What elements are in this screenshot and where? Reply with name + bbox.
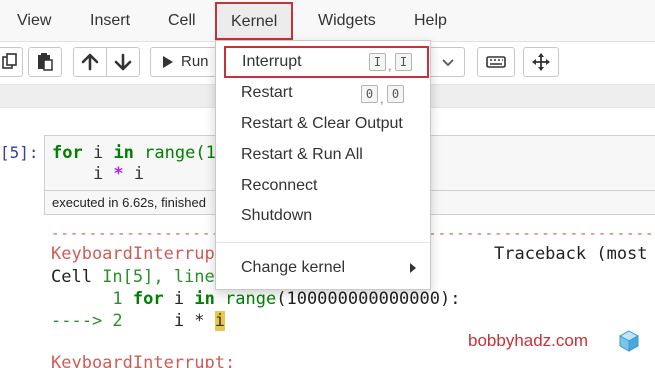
code-text: i * — [122, 311, 215, 331]
menu-item-reconnect[interactable]: Reconnect — [216, 171, 430, 201]
traceback-line-2: ----> 2 i * i — [51, 311, 226, 331]
submenu-arrow-icon — [410, 263, 416, 273]
menu-item-label: Interrupt — [242, 53, 302, 70]
arrow-down-icon — [114, 53, 132, 71]
menu-item-label: Restart — [241, 84, 293, 101]
traceback-line-1: 1 for i in range(100000000000000): — [51, 289, 460, 309]
shortcut-separator: , — [388, 58, 392, 73]
run-label: Run — [181, 53, 209, 70]
cell-prompt: [5]: — [0, 143, 39, 162]
arrow-up-icon — [81, 53, 99, 71]
code-line-1: for i in range(1 — [52, 143, 216, 163]
paste-button[interactable] — [28, 47, 62, 77]
code-builtin: range(1 — [133, 143, 216, 163]
traceback-label: Traceback (most — [494, 244, 648, 264]
move-arrows-icon — [532, 53, 550, 71]
move-down-button[interactable] — [106, 47, 140, 77]
code-keyword: for — [132, 289, 164, 309]
traceback-cell-ref: Cell In[5], line — [51, 267, 215, 287]
keyboard-shortcuts-button[interactable] — [477, 47, 515, 77]
shortcut-key: 0 — [387, 85, 404, 103]
command-palette-button[interactable] — [523, 47, 559, 77]
cell-ref-link: In[5], line — [102, 267, 215, 287]
code-text: i — [82, 143, 114, 163]
highlighted-token: i — [214, 311, 226, 331]
menu-item-shutdown[interactable]: Shutdown — [216, 201, 430, 231]
menu-item-change-kernel[interactable]: Change kernel — [216, 253, 430, 283]
copy-icon — [1, 53, 17, 69]
line-number: 1 — [51, 289, 133, 309]
move-up-button[interactable] — [73, 47, 107, 77]
menu-help[interactable]: Help — [414, 0, 447, 42]
code-text: i — [163, 289, 195, 309]
shortcut-key: I — [369, 53, 386, 71]
keyboard-icon — [486, 56, 506, 68]
menu-divider — [216, 242, 430, 243]
menu-view[interactable]: View — [17, 0, 51, 42]
code-line-2: i * i — [52, 164, 144, 184]
chevron-down-icon — [442, 59, 454, 67]
menubar: View Insert Cell Kernel Widgets Help — [0, 0, 655, 42]
code-keyword: in — [194, 289, 215, 309]
kernel-dropdown-menu: Interrupt I , I Restart 0 , 0 Restart & … — [215, 40, 431, 290]
menu-item-interrupt[interactable]: Interrupt I , I — [224, 46, 429, 78]
code-keyword: for — [52, 143, 83, 163]
code-text: i — [52, 164, 114, 184]
code-operator: * — [113, 164, 124, 184]
play-icon — [163, 56, 173, 68]
menu-kernel[interactable]: Kernel — [215, 2, 294, 40]
cell-type-select[interactable] — [428, 47, 465, 77]
code-text: i — [123, 164, 145, 184]
cube-icon — [618, 330, 640, 352]
menu-widgets[interactable]: Widgets — [318, 0, 376, 42]
code-text: (100000000000000): — [276, 289, 461, 309]
shortcut-key: I — [395, 53, 412, 71]
code-keyword: in — [113, 143, 134, 163]
paste-icon — [38, 53, 53, 71]
menu-item-restart[interactable]: Restart 0 , 0 — [216, 78, 430, 108]
watermark-text: bobbyhadz.com — [468, 331, 589, 350]
shortcut-key: 0 — [361, 85, 378, 103]
menu-item-restart-clear[interactable]: Restart & Clear Output — [216, 109, 430, 139]
menu-cell[interactable]: Cell — [168, 0, 196, 42]
current-line-arrow: ----> 2 — [51, 311, 123, 331]
error-name: KeyboardInterrupt — [51, 244, 225, 264]
copy-button[interactable] — [0, 47, 23, 77]
final-error: KeyboardInterrupt: — [51, 353, 236, 368]
code-builtin: range — [214, 289, 277, 309]
menu-insert[interactable]: Insert — [90, 0, 130, 42]
cell-ref-prefix: Cell — [51, 267, 103, 287]
run-button[interactable]: Run — [150, 47, 222, 77]
menu-item-restart-run-all[interactable]: Restart & Run All — [216, 140, 430, 170]
